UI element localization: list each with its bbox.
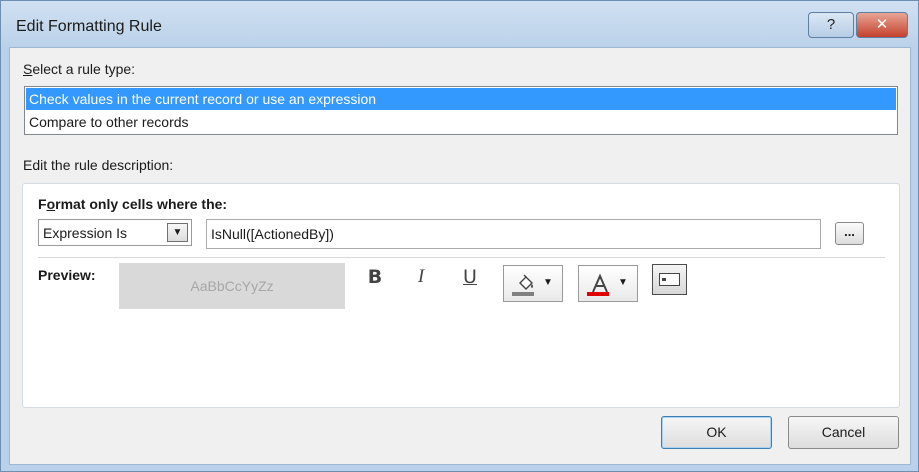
rule-description-label: Edit the rule description: xyxy=(23,157,174,173)
edit-formatting-rule-dialog: Edit Formatting Rule ? ✕ Select a rule t… xyxy=(0,0,919,472)
enable-toggle-button[interactable] xyxy=(652,264,687,295)
fill-color-button[interactable]: ▼ xyxy=(503,265,563,302)
cancel-button[interactable]: Cancel xyxy=(788,416,899,449)
window-title: Edit Formatting Rule xyxy=(16,18,162,35)
close-button[interactable]: ✕ xyxy=(856,12,908,38)
fill-color-swatch xyxy=(512,292,534,296)
bold-button[interactable]: B xyxy=(362,264,388,290)
rule-description-panel: Format only cells where the: Expression … xyxy=(22,183,900,408)
expression-input[interactable] xyxy=(206,219,821,249)
title-bar: Edit Formatting Rule ? ✕ xyxy=(1,1,918,47)
condition-type-select[interactable]: Expression Is ▼ xyxy=(38,219,192,246)
chevron-down-icon: ▼ xyxy=(543,277,553,288)
condition-type-value: Expression Is xyxy=(43,225,128,241)
expression-builder-button[interactable]: ... xyxy=(835,222,864,245)
format-condition-label: Format only cells where the: xyxy=(38,196,228,212)
preview-sample: AaBbCcYyZz xyxy=(119,263,345,309)
chevron-down-icon[interactable]: ▼ xyxy=(167,223,188,242)
chevron-down-icon: ▼ xyxy=(618,277,628,288)
font-color-swatch xyxy=(587,292,609,296)
italic-button[interactable]: I xyxy=(408,264,434,290)
rule-type-item-compare[interactable]: Compare to other records xyxy=(26,111,896,133)
underline-button[interactable]: U xyxy=(457,264,483,290)
dialog-body: Select a rule type: Check values in the … xyxy=(9,47,911,465)
preview-label: Preview: xyxy=(38,267,96,283)
rule-type-item-expression[interactable]: Check values in the current record or us… xyxy=(26,88,896,110)
rule-type-label: Select a rule type: xyxy=(23,61,136,77)
ok-button[interactable]: OK xyxy=(661,416,772,449)
font-color-button[interactable]: ▼ xyxy=(578,265,638,302)
help-button[interactable]: ? xyxy=(808,12,854,38)
enable-toggle-icon xyxy=(659,273,680,286)
rule-type-list[interactable]: Check values in the current record or us… xyxy=(24,86,898,135)
divider xyxy=(38,257,885,258)
